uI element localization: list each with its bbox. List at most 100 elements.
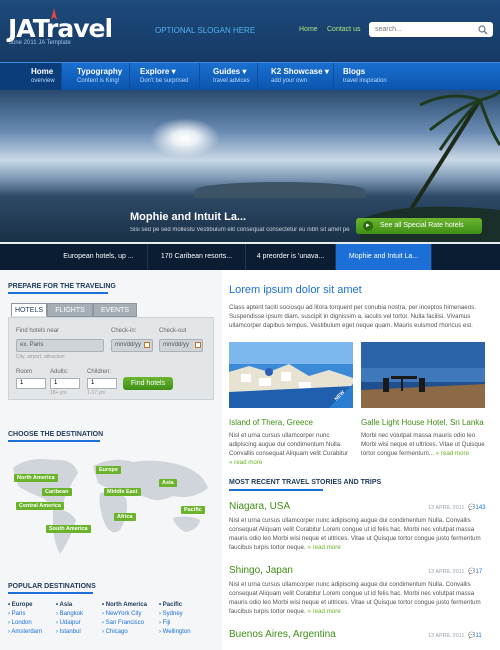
stories-title: MOST RECENT TRAVEL STORIES AND TRIPS — [229, 479, 382, 486]
dest-link[interactable]: › Fiji — [159, 620, 191, 626]
main-nav: Home overview Typography Content is King… — [0, 62, 500, 91]
children-label: Children: — [87, 369, 112, 375]
story-title[interactable]: Buenos Aires, Argentina — [229, 629, 336, 640]
dest-link[interactable]: › San Francisco — [102, 620, 147, 626]
pin-europe[interactable]: Europe — [96, 466, 121, 474]
slide-thumb[interactable]: European hotels, up ... — [50, 244, 148, 270]
comment-count[interactable]: 💬11 — [468, 632, 482, 639]
read-more-label: read more — [312, 544, 341, 551]
room-select[interactable]: 1 — [16, 378, 46, 389]
adults-select[interactable]: 1 — [50, 378, 80, 389]
pin-south-america[interactable]: South America — [46, 525, 91, 533]
comment-count[interactable]: 💬143 — [468, 504, 486, 511]
sun-glow — [150, 118, 220, 158]
tab-hotels[interactable]: HOTELS — [11, 303, 47, 317]
read-more-link[interactable]: » read more — [229, 459, 262, 466]
popular-title: POPULAR DESTINATIONS — [8, 583, 96, 590]
read-more-link[interactable]: » read more — [307, 608, 340, 615]
dest-head-label: Asia — [59, 602, 73, 608]
dest-link[interactable]: › Wellington — [159, 629, 191, 635]
room-label: Room — [16, 369, 33, 375]
photo-title-thera[interactable]: Island of Thera, Greece — [229, 418, 313, 427]
site-logo[interactable]: JATravel — [8, 14, 113, 43]
read-more-link[interactable]: » read more — [307, 544, 340, 551]
read-more-label: read more — [234, 459, 263, 466]
prepare-title: PREPARE FOR THE TRAVELING — [8, 283, 116, 290]
slide-thumb-active[interactable]: Mophie and Intuit La... — [336, 244, 432, 270]
dest-link[interactable]: › Udaipur — [56, 620, 83, 626]
plane-icon — [51, 8, 57, 20]
dest-head: • Pacific — [159, 602, 183, 608]
story-title[interactable]: Niagara, USA — [229, 501, 290, 512]
pin-pacific[interactable]: Pacific — [181, 506, 205, 514]
chevron-down-icon: ▾ — [171, 67, 176, 76]
slide-thumb[interactable]: 4 preorder is 'unava... — [246, 244, 336, 270]
hero-slideshow[interactable]: Mophie and Intuit La... Sisi sed pe sed … — [0, 90, 500, 242]
nav-explore[interactable]: Explore ▾ Don't be surprised — [130, 63, 200, 91]
special-rate-button[interactable]: ► See all Special Rate hotels — [356, 218, 482, 234]
chevron-down-icon: ▾ — [324, 67, 329, 76]
nav-guides-label: Guides — [213, 67, 241, 76]
arrow-right-icon: ► — [363, 221, 373, 231]
photo-title-galle[interactable]: Galle Light House Hotel, Sri Lanka — [361, 418, 484, 427]
story-title[interactable]: Shingo, Japan — [229, 565, 293, 576]
pin-north-america[interactable]: North America — [14, 474, 58, 482]
calendar-icon[interactable] — [195, 342, 201, 348]
find-hotels-input[interactable]: ex. Paris — [16, 339, 104, 352]
nav-guides[interactable]: Guides ▾ travel advices — [200, 63, 258, 91]
nav-blogs[interactable]: Blogs travel inspiration — [334, 63, 404, 91]
read-more-label: read more — [312, 608, 341, 615]
nav-k2-label: K2 Showcase — [271, 67, 323, 76]
section-underline — [8, 292, 108, 294]
section-underline — [8, 592, 93, 594]
nav-blogs-sub: travel inspiration — [343, 78, 387, 84]
adults-label: Adults: — [50, 369, 69, 375]
home-link[interactable]: Home — [299, 26, 318, 33]
nav-home-sub: overview — [31, 78, 55, 84]
dest-link-label: Wellington — [162, 629, 191, 635]
dest-link[interactable]: › Bangkok — [56, 611, 83, 617]
search-icon[interactable] — [478, 25, 488, 35]
photo-text-thera: Nisl et urna cursus ullamcorper nunc adi… — [229, 431, 353, 467]
comment-count-value: 143 — [475, 505, 486, 511]
nav-home[interactable]: Home overview — [0, 63, 62, 91]
calendar-icon[interactable] — [144, 342, 150, 348]
site-header: JATravel June 2011 JA Template OPTIONAL … — [0, 0, 500, 62]
slide-thumb[interactable]: 170 Caribean resorts... — [148, 244, 246, 270]
pin-africa[interactable]: Africa — [114, 513, 136, 521]
dest-link-label: Bangkok — [59, 611, 84, 617]
nav-typography[interactable]: Typography Content is King! — [62, 63, 130, 91]
dest-link[interactable]: › Sydney — [159, 611, 191, 617]
dest-link[interactable]: › Amsterdam — [8, 629, 42, 635]
find-hotels-button[interactable]: Find hotels — [123, 377, 173, 390]
photo-galle[interactable] — [361, 342, 485, 408]
find-hotels-hint: City, airport, attraction — [16, 354, 65, 360]
pin-caribean[interactable]: Caribean — [42, 488, 72, 496]
tab-events[interactable]: EVENTS — [93, 303, 137, 317]
dest-link-label: San Francisco — [105, 620, 145, 626]
dest-link[interactable]: › Paris — [8, 611, 42, 617]
dest-link[interactable]: › NewYork City — [102, 611, 147, 617]
hero-caption[interactable]: Mophie and Intuit La... — [130, 211, 246, 223]
nav-k2-sub: add your own — [271, 78, 308, 84]
checkout-label: Check-out — [159, 328, 187, 334]
nav-k2-showcase[interactable]: K2 Showcase ▾ add your own — [258, 63, 334, 91]
read-more-link[interactable]: » read more — [436, 450, 469, 457]
search-input[interactable] — [369, 22, 493, 37]
dest-link[interactable]: › Istanbul — [56, 629, 83, 635]
hero-description: Sisi sed pe sed mollestu Vestibulum elit… — [130, 227, 350, 233]
pin-middle-east[interactable]: Middle East — [104, 488, 141, 496]
nav-guides-title: Guides ▾ — [213, 67, 257, 76]
pin-asia[interactable]: Asia — [159, 479, 177, 487]
dest-link-label: Fiji — [162, 620, 171, 626]
dest-link-label: Paris — [11, 611, 26, 617]
contact-link[interactable]: Contact us — [327, 26, 360, 33]
tab-flights[interactable]: FLIGHTS — [47, 303, 93, 317]
dest-link[interactable]: › Chicago — [102, 629, 147, 635]
comment-count-value: 17 — [475, 569, 483, 575]
comment-count[interactable]: 💬17 — [468, 568, 482, 575]
chevron-down-icon: ▾ — [242, 67, 247, 76]
children-select[interactable]: 1 — [87, 378, 117, 389]
pin-central-america[interactable]: Central America — [16, 502, 64, 510]
dest-link[interactable]: › London — [8, 620, 42, 626]
